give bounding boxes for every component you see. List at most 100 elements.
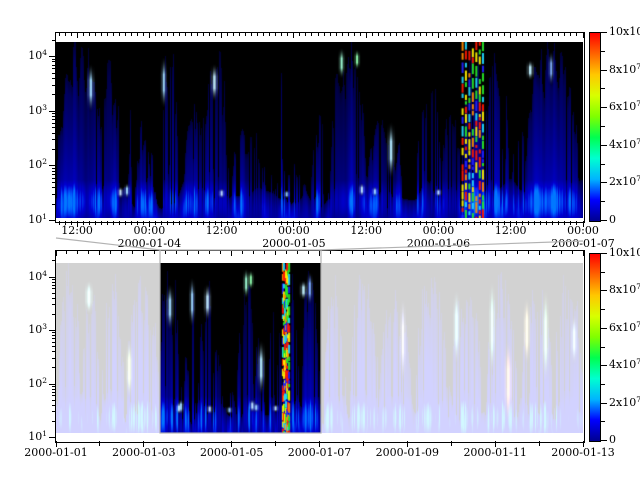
x-top-minor-tick: [561, 251, 562, 254]
colorbar-tick-label: 4x107: [609, 359, 640, 371]
x-tick-label: 12:00: [37, 225, 117, 236]
date-tick-label: 2000-01-07: [543, 238, 623, 249]
x-minor-tick: [257, 221, 258, 225]
label-base: 10: [28, 323, 42, 336]
label-exponent: 7: [636, 174, 640, 183]
x-top-minor-tick: [121, 251, 122, 254]
colorbar-minor-tick: [601, 126, 605, 127]
label-exponent: 7: [636, 137, 640, 146]
colorbar-tick-label: 8x107: [609, 284, 640, 296]
y-minor-tick: [52, 127, 56, 128]
colorbar-tick-label: 0: [609, 434, 616, 446]
x-top-minor-tick: [402, 33, 403, 36]
x-top-minor-tick: [552, 33, 553, 36]
y-minor-tick: [52, 40, 56, 41]
x-top-minor-tick: [318, 33, 319, 36]
date-tick-label: 2000-01-13: [543, 447, 623, 458]
y-minor-tick: [52, 59, 56, 60]
x-minor-tick: [215, 221, 216, 225]
x-top-minor-tick: [348, 33, 349, 36]
x-top-minor-tick: [185, 33, 186, 36]
y-minor-tick: [52, 288, 56, 289]
x-top-minor-tick: [440, 251, 441, 254]
y-minor-tick: [52, 335, 56, 336]
date-tick-label: 2000-01-05: [254, 238, 334, 249]
y-tick-label: 103: [15, 324, 47, 336]
x-minor-tick: [456, 221, 457, 225]
x-minor-tick: [360, 221, 361, 225]
x-top-minor-tick: [474, 33, 475, 36]
x-minor-tick: [336, 221, 337, 225]
x-top-minor-tick: [492, 33, 493, 36]
y-minor-tick: [52, 123, 56, 124]
label-exponent: 4: [42, 269, 47, 278]
y-minor-tick: [52, 358, 56, 359]
x-minor-tick: [522, 221, 523, 225]
x-major-tick: [363, 441, 364, 446]
label-exponent: 1: [42, 429, 47, 438]
label-exponent: 7: [636, 320, 640, 329]
x-minor-tick: [83, 221, 84, 225]
x-top-minor-tick: [132, 251, 133, 254]
colorbar-tick: [601, 253, 607, 254]
colorbar-minor-tick: [601, 272, 605, 273]
y-minor-tick: [52, 304, 56, 305]
x-top-minor-tick: [66, 251, 67, 254]
x-top-minor-tick: [286, 251, 287, 254]
y-tick-label: 104: [15, 50, 47, 62]
colorbar-tick: [601, 290, 607, 291]
x-minor-tick: [305, 221, 306, 225]
x-top-minor-tick: [131, 33, 132, 36]
x-top-minor-tick: [203, 33, 204, 36]
top-spectrogram-canvas[interactable]: [56, 42, 583, 218]
label-exponent: 7: [636, 357, 640, 366]
colorbar-tick: [601, 145, 607, 146]
x-top-minor-tick: [281, 33, 282, 36]
x-minor-tick: [179, 221, 180, 225]
x-top-minor-tick: [330, 251, 331, 254]
label-exponent: 7: [636, 395, 640, 404]
x-top-minor-tick: [59, 33, 60, 36]
y-minor-tick: [52, 168, 56, 169]
x-tick-label: 12:00: [471, 225, 551, 236]
x-minor-tick: [354, 221, 355, 225]
label-base: 6x10: [609, 100, 636, 113]
colorbar-minor-tick: [601, 309, 605, 310]
x-minor-tick: [197, 221, 198, 225]
x-top-minor-tick: [77, 251, 78, 254]
y-tick-label: 102: [15, 378, 47, 390]
x-top-minor-tick: [468, 33, 469, 36]
x-top-tick: [539, 251, 540, 255]
x-minor-tick: [444, 221, 445, 225]
x-top-minor-tick: [308, 251, 309, 254]
x-top-minor-tick: [176, 251, 177, 254]
x-minor-tick: [275, 221, 276, 225]
x-top-minor-tick: [253, 251, 254, 254]
x-top-minor-tick: [242, 251, 243, 254]
y-minor-tick: [52, 174, 56, 175]
x-top-minor-tick: [83, 33, 84, 36]
x-top-minor-tick: [191, 33, 192, 36]
date-tick-label: 2000-01-03: [104, 447, 184, 458]
y-minor-tick: [52, 411, 56, 412]
x-minor-tick: [155, 221, 156, 225]
x-minor-tick: [263, 221, 264, 225]
label-base: 10: [28, 49, 42, 62]
overview-spectrogram-canvas[interactable]: [56, 263, 583, 433]
label-exponent: 1: [42, 212, 47, 221]
x-top-tick: [319, 251, 320, 256]
colorbar-minor-tick: [601, 51, 605, 52]
x-top-minor-tick: [456, 33, 457, 36]
x-top-tick: [293, 33, 294, 38]
y-tick-label: 101: [15, 431, 47, 443]
colorbar-tick-label: 2x107: [609, 176, 640, 188]
x-top-minor-tick: [71, 33, 72, 36]
x-top-minor-tick: [352, 251, 353, 254]
x-top-minor-tick: [504, 33, 505, 36]
y-minor-tick: [52, 68, 56, 69]
x-top-tick: [221, 33, 222, 38]
x-top-minor-tick: [516, 33, 517, 36]
x-top-tick: [510, 33, 511, 38]
colorbar-minor-tick: [601, 88, 605, 89]
date-tick-label: 2000-01-01: [16, 447, 96, 458]
